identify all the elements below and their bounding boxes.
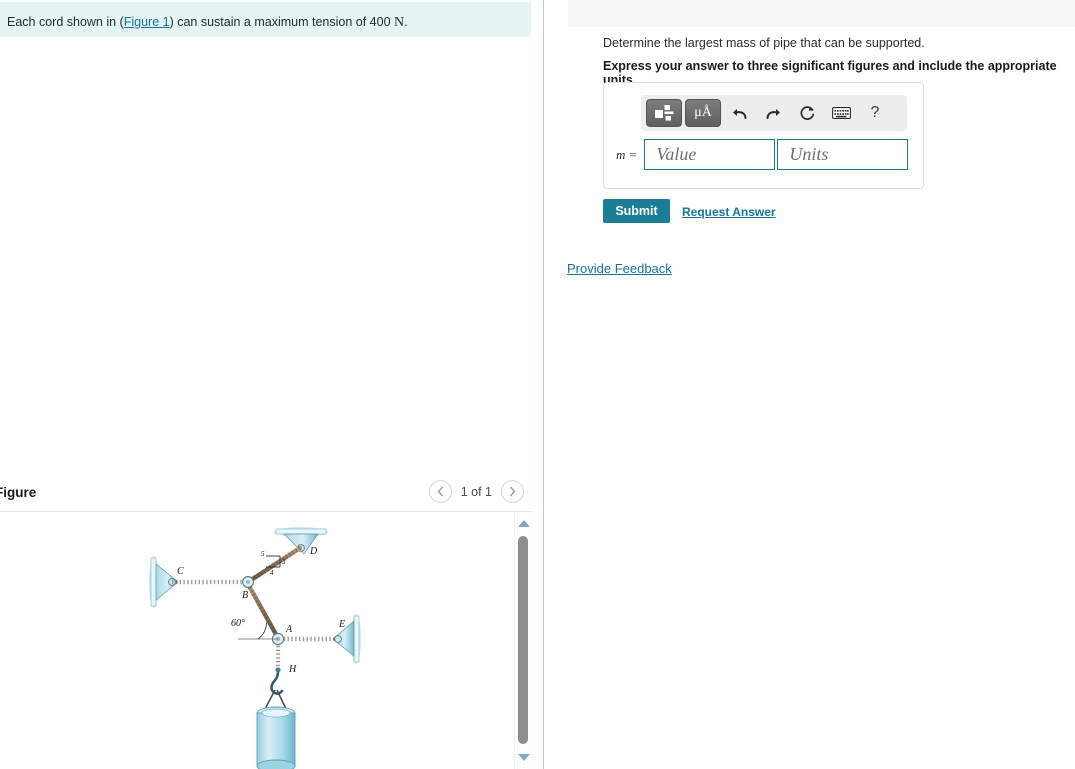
joint-ring-b [242,576,254,588]
scrollbar-thumb[interactable] [518,536,528,744]
triangle-up-icon[interactable] [518,520,530,527]
hook-icon [270,667,284,695]
problem-text-before-link: Each cord shown in ( [7,15,124,29]
figure-image-container: 5 3 4 60° D C B A E H [0,512,532,769]
pipe-cylinder [256,706,296,769]
answer-input-row: m = Value Units [616,139,909,170]
keyboard-icon [831,107,851,119]
problem-statement-banner: Each cord shown in (Figure 1) can sustai… [0,2,531,37]
variable-label: m = [616,146,638,162]
problem-panel: Each cord shown in (Figure 1) can sustai… [0,0,543,769]
triangle-down-icon[interactable] [518,754,530,761]
units-button-label: μÅ [694,105,712,120]
point-label-d: D [309,546,318,557]
math-template-icon [654,105,673,121]
figure-prev-button[interactable] [428,480,452,503]
problem-period: . [404,15,408,29]
figure-panel-title: Figure [0,485,37,500]
part-header-band: Part A [568,0,1075,27]
reset-circular-arrow-icon [800,105,814,120]
chevron-right-icon [509,486,516,497]
angle-label-60: 60° [231,618,245,629]
help-label: ? [870,104,880,121]
point-label-a: A [285,624,293,635]
reset-button[interactable] [792,99,822,127]
question-text: Determine the largest mass of pipe that … [603,36,925,50]
point-label-c: C [177,566,184,577]
figure-header: Figure 1 of 1 [0,478,543,511]
help-button[interactable]: ? [860,99,890,127]
math-template-button[interactable] [646,99,682,127]
problem-unit: N [394,15,405,30]
value-placeholder: Value [656,144,697,164]
submit-button[interactable]: Submit [603,199,670,223]
undo-arrow-icon [732,108,746,119]
value-input[interactable]: Value [644,139,776,170]
problem-text-after-link: ) can sustain a maximum tension of 400 [169,15,395,29]
answer-panel: Part A Determine the largest mass of pip… [544,0,1075,769]
truss-cord-diagram: 5 3 4 60° D C B A E H [130,520,380,769]
slope-label-3: 3 [281,558,286,566]
point-label-b: B [242,590,248,601]
redo-arrow-icon [766,108,780,119]
chevron-left-icon [437,486,443,497]
redo-button[interactable] [758,99,788,127]
answer-toolbar: μÅ ? [641,95,907,131]
figure-counter: 1 of 1 [460,484,492,499]
figure-1-link[interactable]: Figure 1 [124,15,170,29]
slope-label-4: 4 [270,569,274,577]
figure-next-button[interactable] [501,480,524,503]
point-label-h: H [288,664,297,675]
units-input[interactable]: Units [777,139,909,170]
point-label-e: E [338,619,345,630]
request-answer-link[interactable]: Request Answer [682,205,776,219]
units-placeholder: Units [789,144,829,164]
undo-button[interactable] [724,99,754,127]
cord-segments [169,545,340,675]
keyboard-button[interactable] [826,99,856,127]
slope-label-5: 5 [261,550,265,558]
provide-feedback-link[interactable]: Provide Feedback [567,261,672,276]
units-button[interactable]: μÅ [685,99,721,127]
problem-statement-text: Each cord shown in (Figure 1) can sustai… [7,14,408,31]
figure-navigation: 1 of 1 [428,480,524,503]
figure-scrollbar[interactable] [514,512,532,769]
answer-entry-box: μÅ ? m = Value Units [603,82,924,189]
